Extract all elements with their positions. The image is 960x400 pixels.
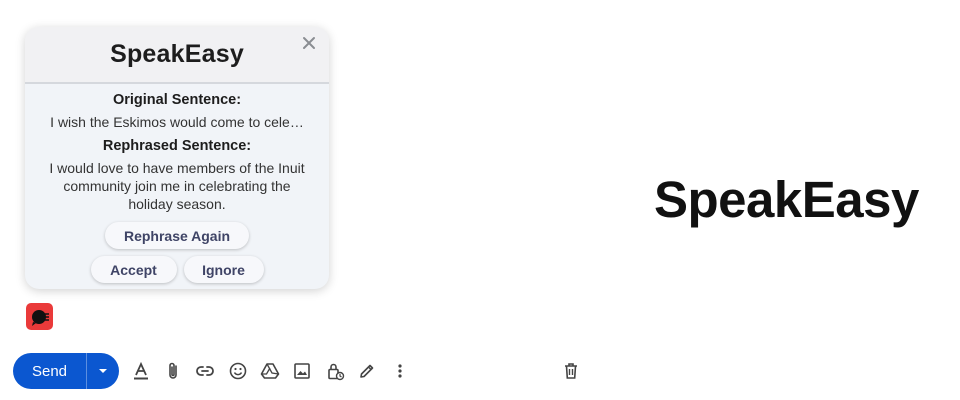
popup-title: SpeakEasy bbox=[110, 40, 244, 68]
trash-icon bbox=[565, 363, 577, 379]
speakeasy-extension-icon[interactable] bbox=[26, 303, 53, 330]
drive-icon bbox=[260, 363, 280, 379]
caret-down-icon bbox=[99, 369, 107, 373]
formatting-options-button[interactable] bbox=[130, 360, 152, 382]
signature-icon bbox=[360, 364, 374, 378]
popup-body: Original Sentence: I wish the Eskimos wo… bbox=[25, 84, 329, 283]
confidential-mode-button[interactable] bbox=[324, 360, 346, 382]
insert-drive-button[interactable] bbox=[259, 360, 281, 382]
link-icon bbox=[196, 366, 214, 376]
send-button-group: Send bbox=[13, 353, 119, 389]
more-options-button[interactable] bbox=[389, 360, 411, 382]
original-sentence-label: Original Sentence: bbox=[112, 92, 242, 108]
ignore-button[interactable]: Ignore bbox=[183, 256, 264, 283]
insert-signature-button[interactable] bbox=[356, 360, 378, 382]
send-button[interactable]: Send bbox=[13, 353, 86, 389]
more-options-icon bbox=[398, 364, 402, 378]
emoji-icon bbox=[229, 362, 247, 380]
speech-bubble-icon bbox=[31, 309, 49, 326]
popup-header: SpeakEasy bbox=[25, 27, 329, 84]
insert-link-button[interactable] bbox=[194, 360, 216, 382]
original-sentence-text: I wish the Eskimos would come to cele… bbox=[50, 114, 304, 130]
send-options-button[interactable] bbox=[87, 353, 119, 389]
speakeasy-popup: SpeakEasy Original Sentence: I wish the … bbox=[25, 27, 329, 289]
photo-icon bbox=[294, 363, 310, 379]
insert-photo-button[interactable] bbox=[291, 360, 313, 382]
rephrase-again-button[interactable]: Rephrase Again bbox=[105, 222, 249, 249]
rephrased-sentence-label: Rephrased Sentence: bbox=[102, 138, 252, 154]
insert-emoji-button[interactable] bbox=[227, 360, 249, 382]
rephrased-sentence-text: I would love to have members of the Inui… bbox=[49, 160, 305, 212]
brand-wordmark: SpeakEasy bbox=[654, 171, 919, 228]
attach-files-button[interactable] bbox=[162, 360, 184, 382]
close-icon[interactable] bbox=[301, 35, 317, 51]
discard-draft-button[interactable] bbox=[560, 360, 582, 382]
attach-icon bbox=[169, 362, 177, 379]
confidential-icon bbox=[328, 363, 345, 381]
formatting-icon bbox=[134, 361, 148, 380]
accept-button[interactable]: Accept bbox=[90, 256, 177, 283]
